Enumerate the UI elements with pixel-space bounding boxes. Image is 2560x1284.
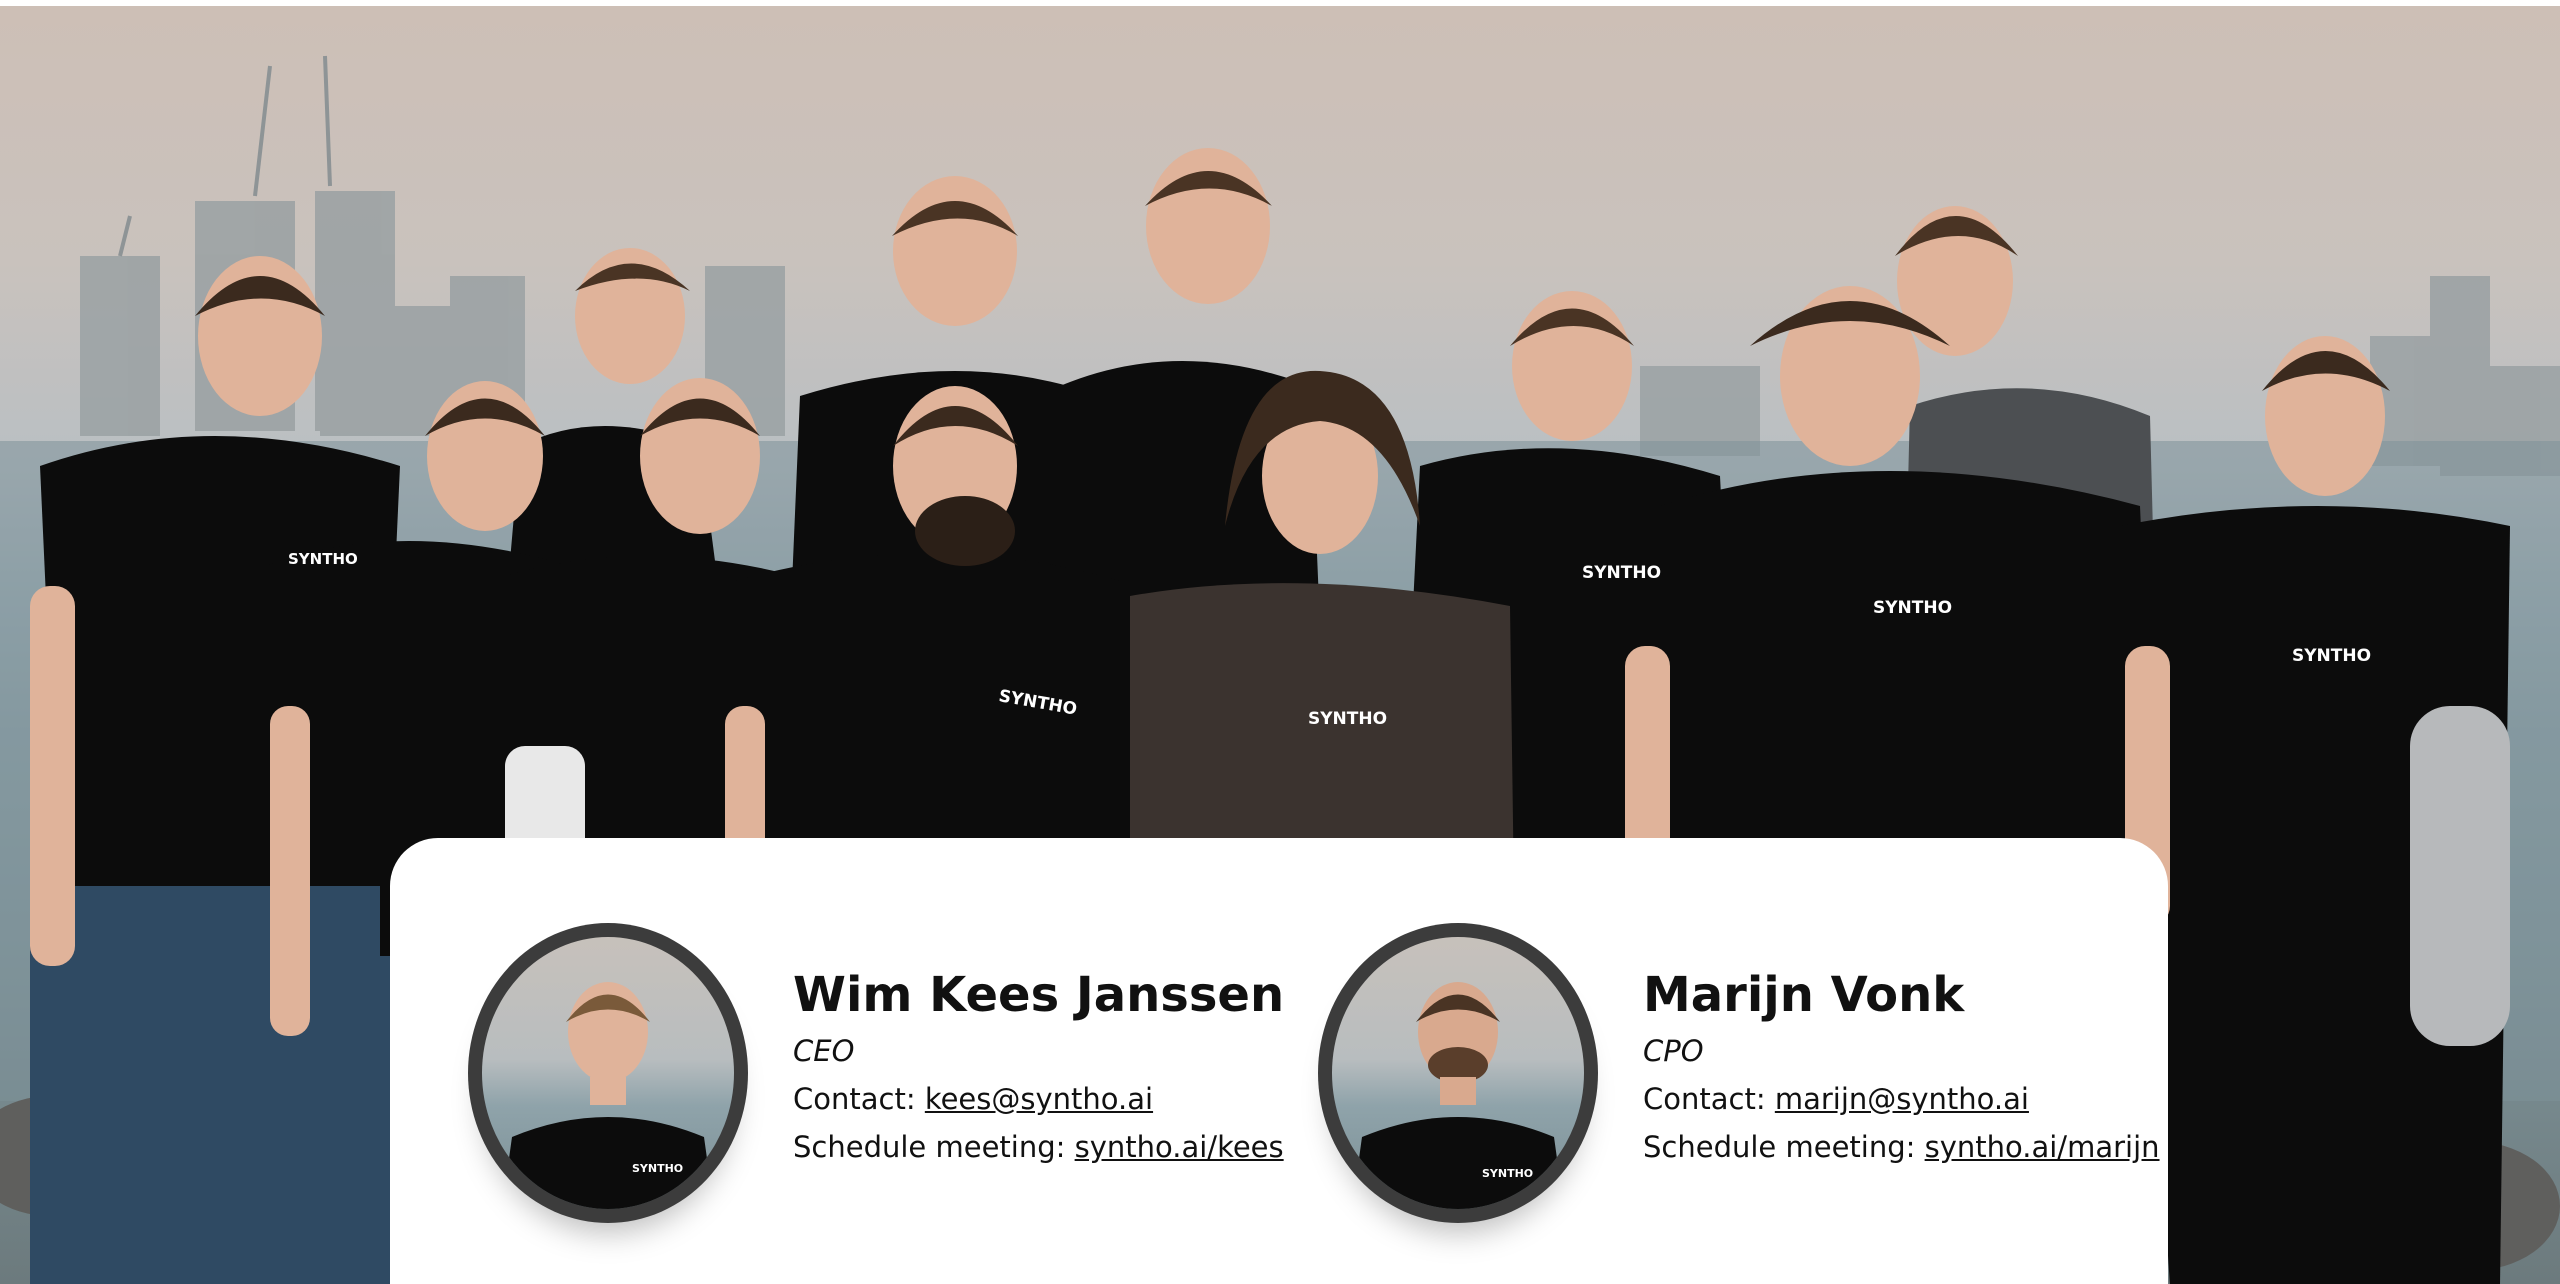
schedule-meeting-line: Schedule meeting: syntho.ai/marijn bbox=[1643, 1127, 2160, 1167]
schedule-meeting-link[interactable]: syntho.ai/marijn bbox=[1925, 1130, 2160, 1164]
schedule-meeting-label: Schedule meeting: bbox=[1643, 1130, 1925, 1164]
avatar-wim-kees-janssen: SYNTHO bbox=[468, 923, 748, 1223]
contact-name: Marijn Vonk bbox=[1643, 967, 1965, 1023]
shirt-logo-4: SYNTHO bbox=[1582, 563, 1661, 583]
contact-profile-1: SYNTHO Wim Kees Janssen CEO Contact: kee… bbox=[468, 923, 1284, 1223]
email-link[interactable]: kees@syntho.ai bbox=[925, 1082, 1153, 1116]
contact-label: Contact: bbox=[1643, 1082, 1775, 1116]
contact-profile-2: SYNTHO Marijn Vonk CPO Contact: marijn@s… bbox=[1318, 923, 2160, 1223]
schedule-meeting-line: Schedule meeting: syntho.ai/kees bbox=[793, 1127, 1284, 1167]
contact-email-line: Contact: kees@syntho.ai bbox=[793, 1079, 1284, 1119]
contact-name: Wim Kees Janssen bbox=[793, 967, 1285, 1023]
avatar-illustration: SYNTHO bbox=[502, 982, 714, 1209]
avatar-marijn-vonk: SYNTHO bbox=[1318, 923, 1598, 1223]
avatar-illustration: SYNTHO bbox=[1352, 982, 1564, 1209]
shirt-logo-3: SYNTHO bbox=[1308, 709, 1387, 729]
contact-card: SYNTHO Wim Kees Janssen CEO Contact: kee… bbox=[390, 838, 2168, 1284]
shirt-logo-5: SYNTHO bbox=[1873, 598, 1952, 618]
schedule-meeting-link[interactable]: syntho.ai/kees bbox=[1075, 1130, 1284, 1164]
schedule-meeting-label: Schedule meeting: bbox=[793, 1130, 1075, 1164]
avatar-photo: SYNTHO bbox=[1332, 937, 1584, 1209]
avatar-shirt-logo: SYNTHO bbox=[1482, 1167, 1533, 1180]
contact-info: Wim Kees Janssen CEO Contact: kees@synth… bbox=[793, 965, 1284, 1167]
shirt-logo-1: SYNTHO bbox=[288, 550, 358, 568]
contact-email-line: Contact: marijn@syntho.ai bbox=[1643, 1079, 2160, 1119]
contact-role: CPO bbox=[1643, 1034, 1704, 1068]
contact-role: CEO bbox=[793, 1034, 855, 1068]
shirt-logo-6: SYNTHO bbox=[2292, 646, 2371, 666]
email-link[interactable]: marijn@syntho.ai bbox=[1775, 1082, 2029, 1116]
contact-info: Marijn Vonk CPO Contact: marijn@syntho.a… bbox=[1643, 965, 2160, 1167]
avatar-shirt-logo: SYNTHO bbox=[632, 1162, 683, 1175]
avatar-photo: SYNTHO bbox=[482, 937, 734, 1209]
contact-label: Contact: bbox=[793, 1082, 925, 1116]
